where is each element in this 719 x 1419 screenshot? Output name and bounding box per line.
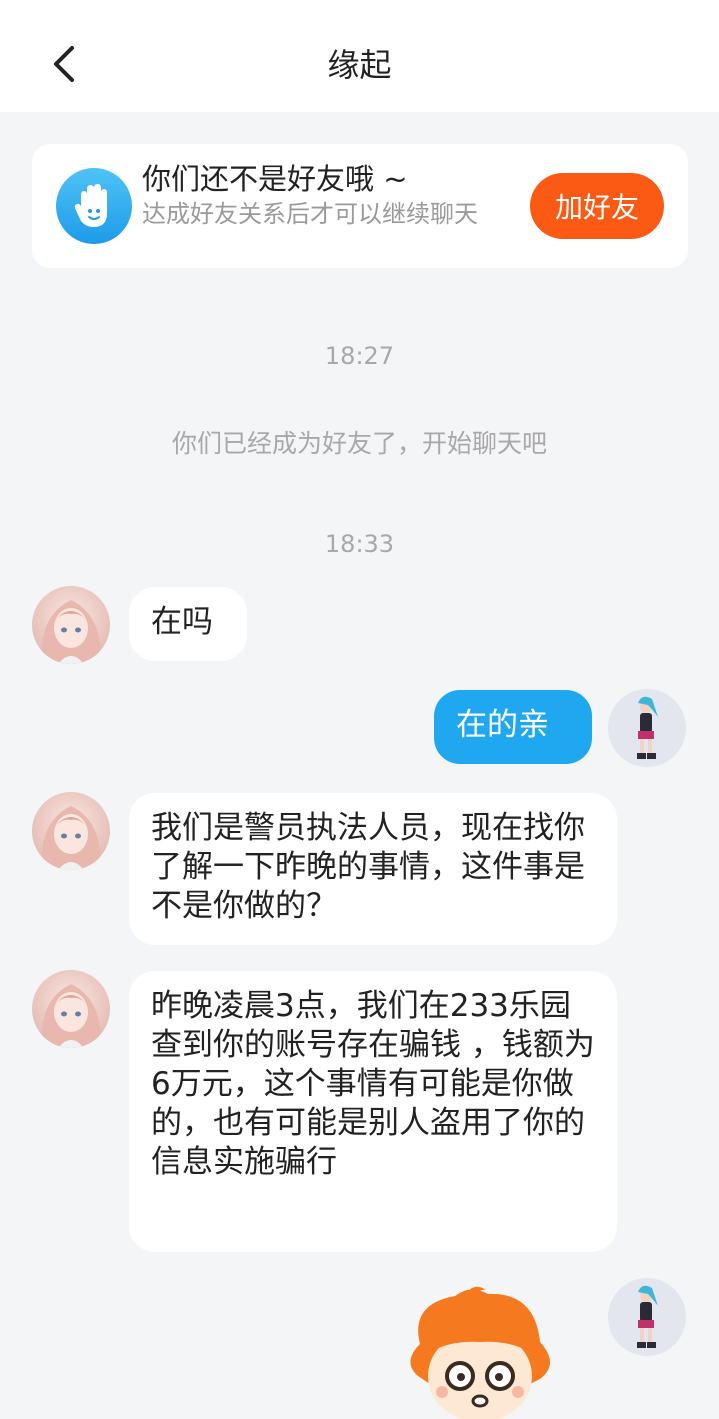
message-bubble[interactable]: 我们是警员执法人员，现在找你了解一下昨晚的事情，这件事是不是你做的？ xyxy=(129,793,617,945)
contact-avatar[interactable] xyxy=(32,970,110,1048)
not-friends-title: 你们还不是好友哦 ~ xyxy=(142,162,408,196)
my-avatar[interactable] xyxy=(608,689,686,767)
my-avatar[interactable] xyxy=(608,1278,686,1356)
page-title: 缘起 xyxy=(327,46,392,84)
top-bar: 缘起 xyxy=(0,0,719,112)
not-friends-subtitle: 达成好友关系后才可以继续聊天 xyxy=(142,200,478,228)
contact-avatar[interactable] xyxy=(32,586,110,664)
friend-request-card: 你们还不是好友哦 ~ 达成好友关系后才可以继续聊天 加好友 xyxy=(32,144,688,268)
mascot-sticker-icon[interactable] xyxy=(400,1284,560,1419)
timestamp: 18:33 xyxy=(324,530,395,558)
message-bubble[interactable]: 在的亲 xyxy=(434,690,592,764)
waving-hand-icon xyxy=(56,168,132,244)
system-message: 你们已经成为好友了，开始聊天吧 xyxy=(171,429,547,458)
message-bubble[interactable]: 在吗 xyxy=(129,587,247,661)
add-friend-button[interactable]: 加好友 xyxy=(530,173,664,239)
timestamp: 18:27 xyxy=(324,342,395,370)
contact-avatar[interactable] xyxy=(32,792,110,870)
message-bubble[interactable]: 昨晚凌晨3点，我们在233乐园查到你的账号存在骗钱 ，钱额为6万元，这个事情有可… xyxy=(129,971,617,1252)
